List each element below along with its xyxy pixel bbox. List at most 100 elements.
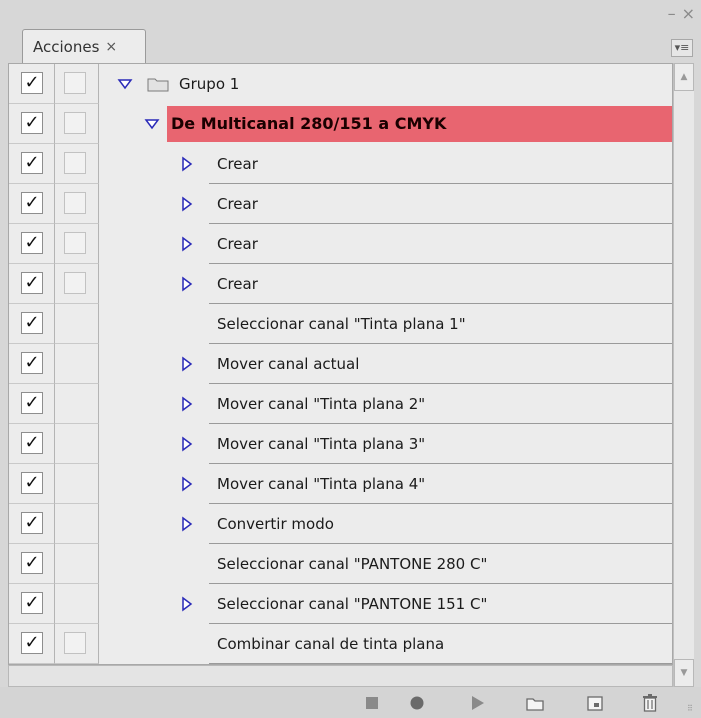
collapsed-triangle-icon[interactable] (179, 436, 195, 452)
step-row[interactable]: ✓ Mover canal "Tinta plana 2" (9, 384, 672, 424)
toggle-dialog-checkbox[interactable] (64, 632, 86, 654)
tab-label: Acciones (33, 37, 100, 56)
step-row[interactable]: ✓ Crear (9, 224, 672, 264)
collapsed-triangle-icon[interactable] (179, 596, 195, 612)
step-row[interactable]: ✓ Combinar canal de tinta plana (9, 624, 672, 664)
collapsed-triangle-icon[interactable] (179, 396, 195, 412)
collapsed-triangle-icon[interactable] (179, 236, 195, 252)
toggle-item-checkbox[interactable]: ✓ (21, 232, 43, 254)
toggle-dialog-checkbox[interactable] (64, 232, 86, 254)
toggle-cell: ✓ (9, 144, 55, 184)
step-row[interactable]: ✓ Seleccionar canal "Tinta plana 1" (9, 304, 672, 344)
bottom-toolbar: ⠿ (0, 687, 701, 718)
step-row[interactable]: ✓ Mover canal "Tinta plana 4" (9, 464, 672, 504)
toggle-item-checkbox[interactable]: ✓ (21, 152, 43, 174)
new-set-folder-icon[interactable] (525, 693, 545, 713)
panel-menu-button[interactable]: ▾≡ (671, 39, 693, 57)
toggle-cell: ✓ (9, 64, 55, 104)
step-label: Seleccionar canal "Tinta plana 1" (217, 315, 466, 333)
trash-icon[interactable] (640, 693, 660, 713)
step-row[interactable]: ✓ Mover canal actual (9, 344, 672, 384)
dialog-cell (55, 144, 99, 184)
step-row[interactable]: ✓ Crear (9, 144, 672, 184)
action-label: De Multicanal 280/151 a CMYK (171, 114, 447, 133)
scroll-down-button[interactable]: ▼ (674, 659, 694, 687)
item-content: Seleccionar canal "PANTONE 151 C" (99, 584, 672, 624)
toggle-cell: ✓ (9, 624, 55, 664)
item-content: Seleccionar canal "PANTONE 280 C" (99, 544, 672, 584)
step-row[interactable]: ✓ Crear (9, 184, 672, 224)
step-label: Crear (217, 275, 258, 293)
actions-list: ✓ Grupo 1 ✓ De Multicanal 280/151 a CMYK ✓ Cr… (8, 63, 673, 665)
toggle-item-checkbox[interactable]: ✓ (21, 392, 43, 414)
toggle-item-checkbox[interactable]: ✓ (21, 312, 43, 334)
tab-close-icon[interactable]: × (105, 39, 117, 55)
group-label: Grupo 1 (179, 75, 240, 93)
row-divider (209, 663, 672, 664)
scroll-up-button[interactable]: ▲ (674, 63, 694, 91)
step-label: Crear (217, 195, 258, 213)
toggle-dialog-checkbox[interactable] (64, 112, 86, 134)
horizontal-scrollbar[interactable] (8, 665, 673, 687)
new-action-icon[interactable] (585, 693, 605, 713)
tab-bar: Acciones × ▾≡ (0, 25, 701, 63)
play-icon[interactable] (467, 693, 487, 713)
expanded-triangle-icon[interactable] (144, 116, 160, 132)
toggle-dialog-checkbox[interactable] (64, 152, 86, 174)
step-row[interactable]: ✓ Convertir modo (9, 504, 672, 544)
toggle-item-checkbox[interactable]: ✓ (21, 272, 43, 294)
step-row[interactable]: ✓ Mover canal "Tinta plana 3" (9, 424, 672, 464)
toggle-item-checkbox[interactable]: ✓ (21, 112, 43, 134)
vertical-scrollbar[interactable]: ▲ ▼ (673, 63, 694, 687)
step-label: Mover canal "Tinta plana 4" (217, 475, 426, 493)
folder-icon (147, 78, 169, 92)
dialog-cell (55, 504, 99, 544)
collapsed-triangle-icon[interactable] (179, 516, 195, 532)
stop-icon[interactable] (362, 693, 382, 713)
toggle-dialog-checkbox[interactable] (64, 192, 86, 214)
dialog-cell (55, 344, 99, 384)
step-row[interactable]: ✓ Seleccionar canal "PANTONE 151 C" (9, 584, 672, 624)
step-row[interactable]: ✓ Seleccionar canal "PANTONE 280 C" (9, 544, 672, 584)
toggle-item-checkbox[interactable]: ✓ (21, 592, 43, 614)
toggle-dialog-checkbox[interactable] (64, 72, 86, 94)
toggle-cell: ✓ (9, 544, 55, 584)
action-row[interactable]: ✓ De Multicanal 280/151 a CMYK (9, 104, 672, 144)
resize-grip-icon[interactable]: ⠿ (687, 704, 699, 716)
close-panel-button[interactable]: × (682, 4, 695, 23)
toggle-item-checkbox[interactable]: ✓ (21, 72, 43, 94)
toggle-dialog-checkbox[interactable] (64, 272, 86, 294)
item-content: Seleccionar canal "Tinta plana 1" (99, 304, 672, 344)
toggle-cell: ✓ (9, 104, 55, 144)
collapsed-triangle-icon[interactable] (179, 196, 195, 212)
actions-panel: – × Acciones × ▾≡ ✓ Grupo 1 ✓ De Multicanal… (0, 0, 701, 718)
dialog-cell (55, 384, 99, 424)
step-row[interactable]: ✓ Crear (9, 264, 672, 304)
dialog-cell (55, 264, 99, 304)
collapsed-triangle-icon[interactable] (179, 476, 195, 492)
toggle-item-checkbox[interactable]: ✓ (21, 352, 43, 374)
toggle-item-checkbox[interactable]: ✓ (21, 632, 43, 654)
collapsed-triangle-icon[interactable] (179, 356, 195, 372)
step-label: Mover canal actual (217, 355, 360, 373)
item-content: Crear (99, 224, 672, 264)
collapsed-triangle-icon[interactable] (179, 276, 195, 292)
dialog-cell (55, 464, 99, 504)
dialog-cell (55, 424, 99, 464)
toggle-item-checkbox[interactable]: ✓ (21, 432, 43, 454)
item-content: Mover canal "Tinta plana 4" (99, 464, 672, 504)
item-content: Convertir modo (99, 504, 672, 544)
toggle-item-checkbox[interactable]: ✓ (21, 552, 43, 574)
expanded-triangle-icon[interactable] (117, 76, 133, 92)
group-row[interactable]: ✓ Grupo 1 (9, 64, 672, 104)
toggle-item-checkbox[interactable]: ✓ (21, 472, 43, 494)
item-content: Mover canal "Tinta plana 2" (99, 384, 672, 424)
record-icon[interactable] (407, 693, 427, 713)
toggle-item-checkbox[interactable]: ✓ (21, 512, 43, 534)
toggle-item-checkbox[interactable]: ✓ (21, 192, 43, 214)
minimize-button[interactable]: – (668, 4, 676, 23)
collapsed-triangle-icon[interactable] (179, 156, 195, 172)
item-content: Crear (99, 144, 672, 184)
dialog-cell (55, 304, 99, 344)
tab-acciones[interactable]: Acciones × (22, 29, 146, 63)
